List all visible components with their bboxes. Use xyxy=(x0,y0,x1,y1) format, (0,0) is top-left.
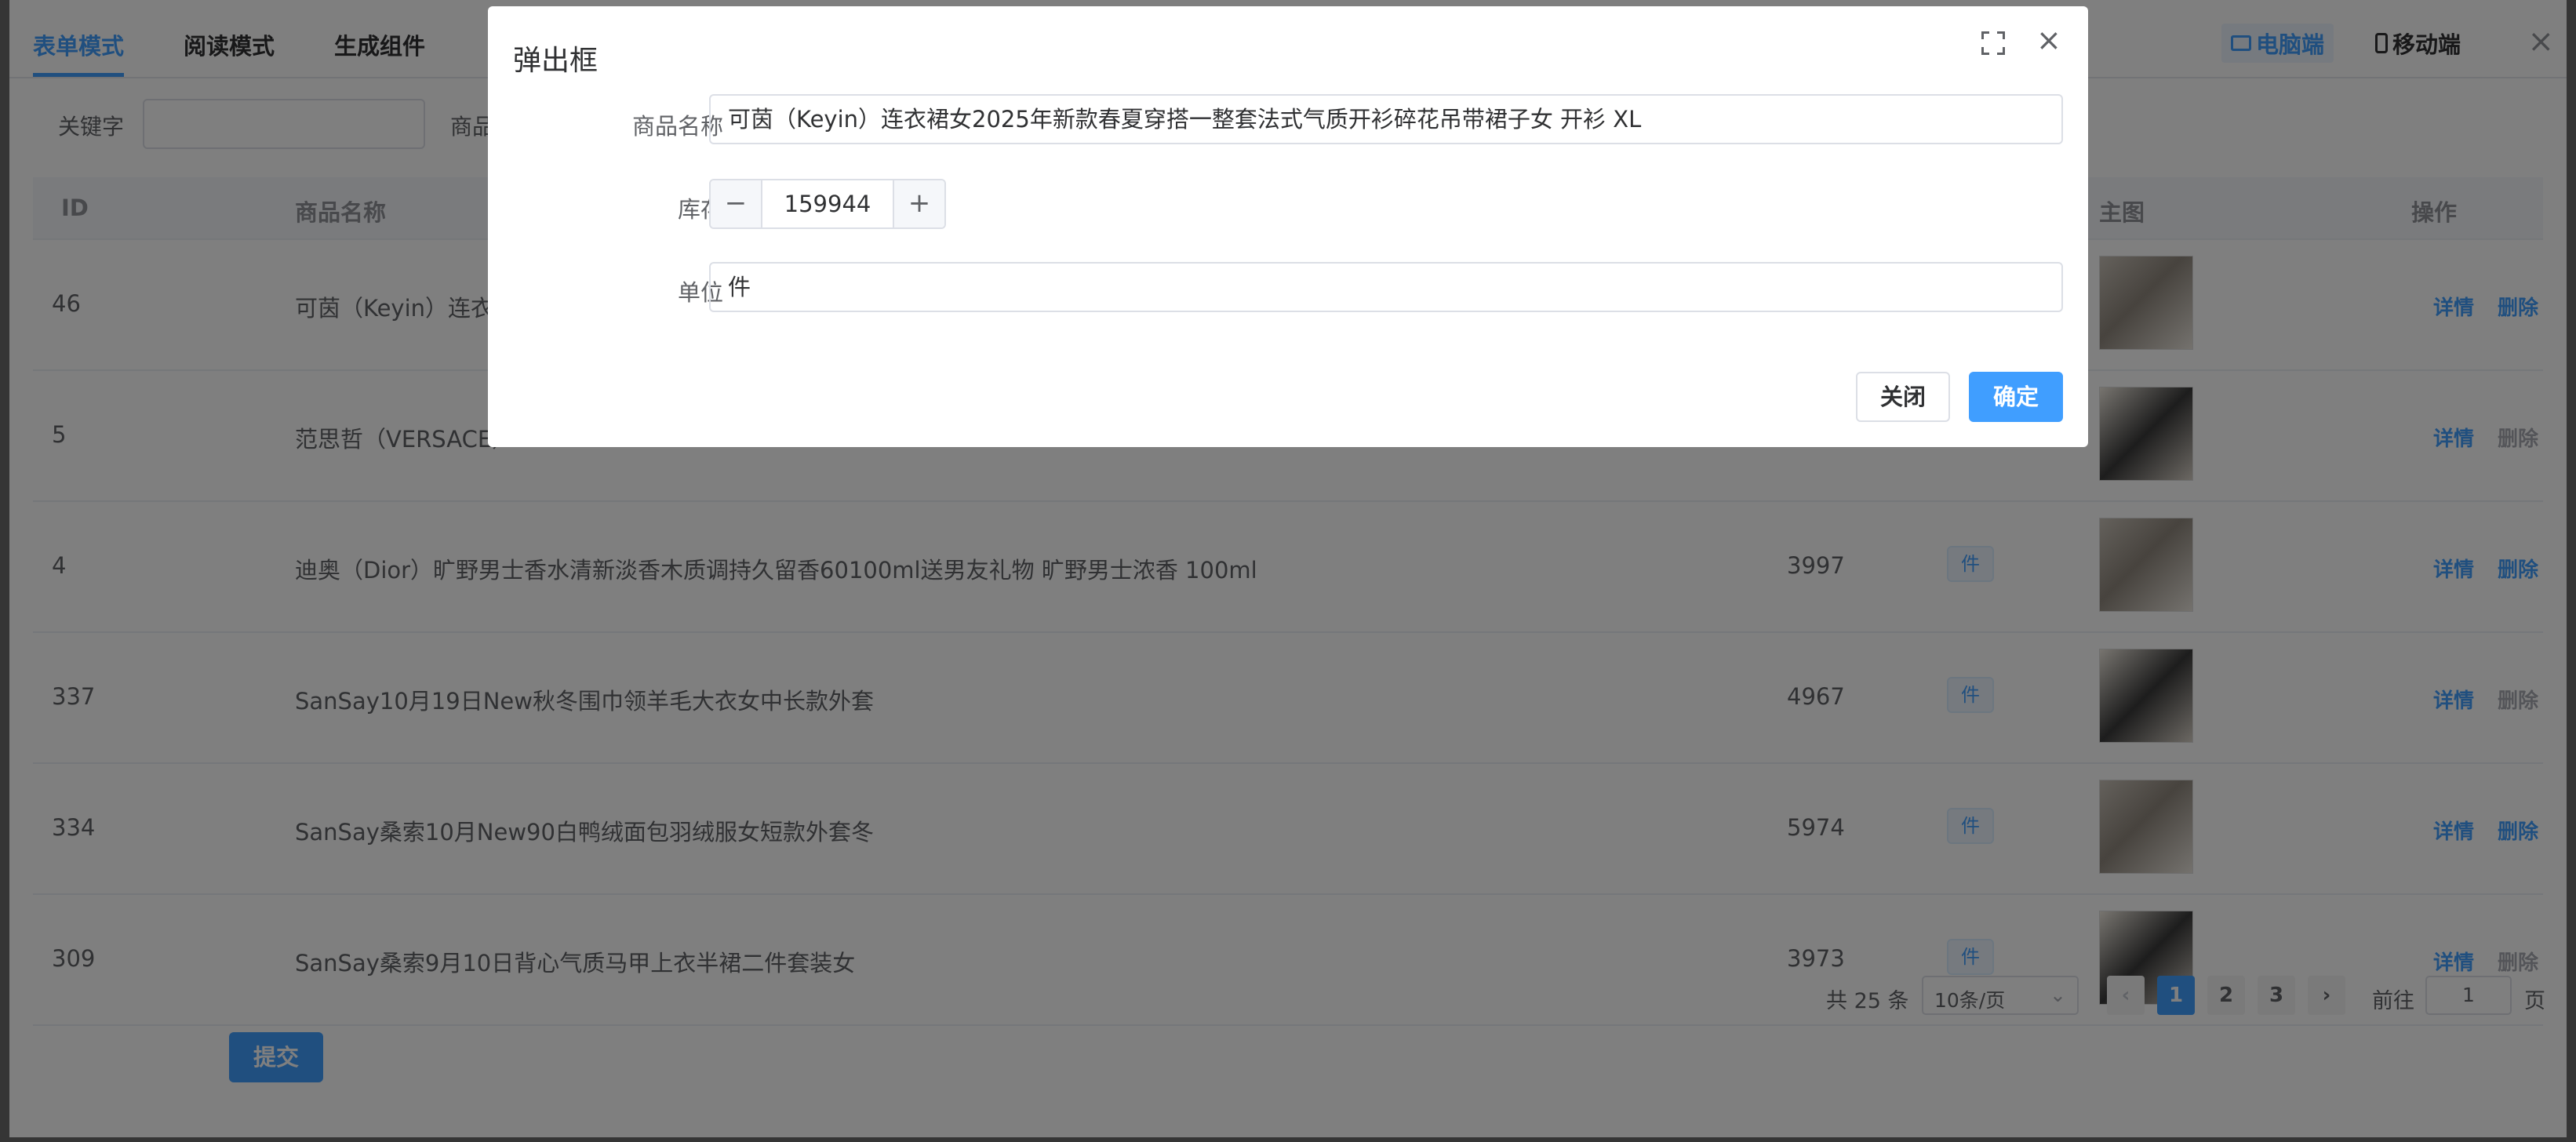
dialog-title: 弹出框 xyxy=(513,45,599,77)
increase-button[interactable]: + xyxy=(893,180,944,227)
fullscreen-icon[interactable] xyxy=(1981,31,2005,55)
stock-input[interactable]: 159944 xyxy=(762,180,893,227)
dialog-close-icon[interactable]: × xyxy=(2036,25,2061,55)
edit-dialog: 弹出框 × 商品名称 可茵（Keyin）连衣裙女2025年新款春夏穿搭一整套法式… xyxy=(488,6,2088,447)
stock-stepper: − 159944 + xyxy=(709,179,946,229)
unit-input[interactable]: 件 xyxy=(709,262,2063,312)
confirm-button[interactable]: 确定 xyxy=(1969,372,2063,422)
product-name-input[interactable]: 可茵（Keyin）连衣裙女2025年新款春夏穿搭一整套法式气质开衫碎花吊带裙子女… xyxy=(709,94,2063,144)
decrease-button[interactable]: − xyxy=(711,180,762,227)
close-button[interactable]: 关闭 xyxy=(1856,372,1950,422)
